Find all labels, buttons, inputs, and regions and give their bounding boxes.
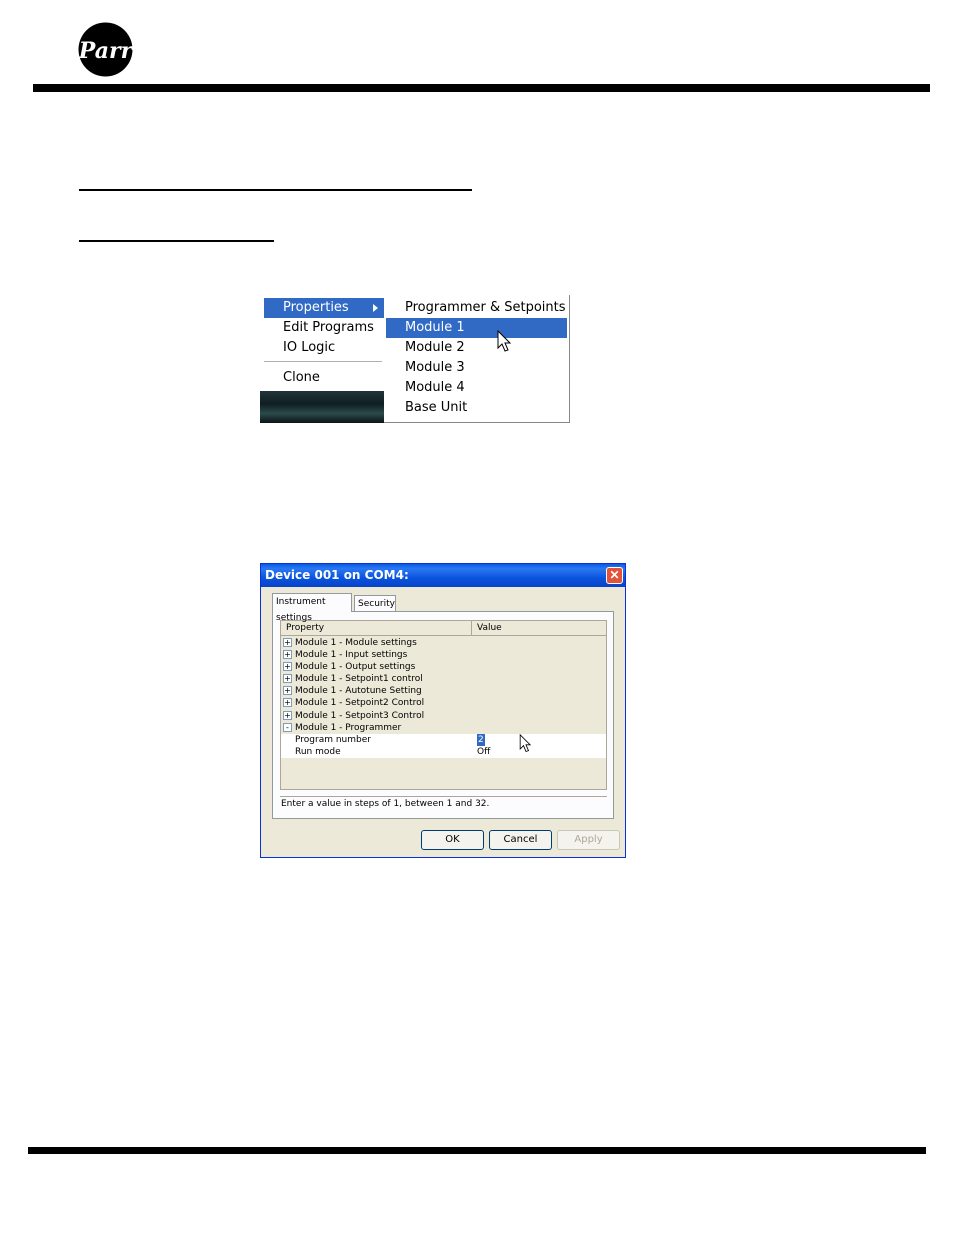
submenu-item-label: Base Unit: [405, 400, 468, 415]
grid-header: Property Value: [281, 621, 606, 636]
property-description: Enter a value in steps of 1, between 1 a…: [280, 796, 607, 810]
expand-icon[interactable]: +: [283, 711, 292, 720]
property-grid: Property Value + Module 1 - Module setti…: [280, 620, 607, 790]
menu-item-properties[interactable]: Properties: [264, 298, 384, 318]
expand-icon[interactable]: +: [283, 662, 292, 671]
expand-icon[interactable]: +: [283, 674, 292, 683]
group-row[interactable]: + Module 1 - Output settings: [281, 661, 606, 673]
expand-icon[interactable]: +: [283, 638, 292, 647]
menu-item-clone[interactable]: Clone: [264, 368, 384, 388]
desktop-background: [260, 391, 384, 423]
menu-separator: [264, 361, 382, 362]
submenu-item-module-4[interactable]: Module 4: [386, 378, 567, 398]
group-row[interactable]: + Module 1 - Module settings: [281, 637, 606, 649]
tab-security[interactable]: Security: [354, 595, 396, 612]
column-header-value[interactable]: Value: [477, 621, 502, 635]
property-row-run-mode[interactable]: Run mode Off: [281, 746, 606, 758]
property-label: Run mode: [295, 747, 341, 757]
tab-panel: Property Value + Module 1 - Module setti…: [272, 611, 614, 819]
group-label: Module 1 - Input settings: [295, 650, 408, 660]
close-button[interactable]: ✕: [606, 567, 623, 584]
collapse-icon[interactable]: -: [283, 723, 292, 732]
submenu-item-label: Module 4: [405, 380, 465, 395]
group-label: Module 1 - Programmer: [295, 723, 402, 733]
expand-icon[interactable]: +: [283, 650, 292, 659]
expand-icon[interactable]: +: [283, 686, 292, 695]
menu-item-label: Edit Programs: [283, 320, 374, 335]
group-row[interactable]: + Module 1 - Setpoint3 Control: [281, 710, 606, 722]
cancel-button[interactable]: Cancel: [489, 830, 552, 850]
menu-item-label: IO Logic: [283, 340, 336, 355]
context-menu: Properties Edit Programs IO Logic Clone: [260, 295, 385, 423]
group-label: Module 1 - Setpoint1 control: [295, 674, 423, 684]
ok-button[interactable]: OK: [421, 830, 484, 850]
submenu-item-label: Module 2: [405, 340, 465, 355]
close-icon: ✕: [609, 568, 620, 582]
submenu-arrow-icon: [373, 304, 378, 312]
mouse-pointer-icon: [497, 329, 513, 359]
logo-text: Parr: [78, 38, 134, 64]
group-label: Module 1 - Setpoint2 Control: [295, 698, 425, 708]
heading-underline: [79, 189, 472, 191]
expand-icon[interactable]: +: [283, 698, 292, 707]
program-number-input[interactable]: 2: [477, 734, 485, 746]
menu-item-edit-programs[interactable]: Edit Programs: [264, 318, 384, 338]
tab-instrument-settings[interactable]: Instrument settings: [272, 593, 352, 623]
mouse-pointer-icon: [519, 733, 533, 759]
submenu-item-base-unit[interactable]: Base Unit: [386, 398, 567, 418]
submenu: Programmer & Setpoints Module 1 Module 2…: [384, 295, 570, 423]
device-properties-dialog: Device 001 on COM4: ✕ Instrument setting…: [260, 563, 626, 858]
column-divider[interactable]: [471, 621, 472, 635]
group-row[interactable]: + Module 1 - Input settings: [281, 649, 606, 661]
property-row-program-number[interactable]: Program number 2: [281, 734, 606, 746]
submenu-item-programmer-setpoints[interactable]: Programmer & Setpoints: [386, 298, 567, 318]
group-label: Module 1 - Output settings: [295, 662, 416, 672]
property-label: Program number: [295, 735, 371, 745]
apply-button[interactable]: Apply: [557, 830, 620, 850]
submenu-item-module-3[interactable]: Module 3: [386, 358, 567, 378]
group-row[interactable]: - Module 1 - Programmer: [281, 722, 606, 734]
submenu-item-label: Programmer & Setpoints: [405, 300, 566, 315]
context-menu-screenshot: Properties Edit Programs IO Logic Clone …: [260, 295, 570, 423]
tab-label: Security: [358, 599, 395, 609]
group-label: Module 1 - Autotune Setting: [295, 686, 422, 696]
submenu-item-module-1[interactable]: Module 1: [386, 318, 567, 338]
submenu-item-label: Module 1: [405, 320, 465, 335]
submenu-item-module-2[interactable]: Module 2: [386, 338, 567, 358]
subheading-underline: [79, 240, 274, 242]
group-row[interactable]: + Module 1 - Autotune Setting: [281, 685, 606, 697]
dialog-title: Device 001 on COM4:: [265, 568, 409, 582]
menu-item-label: Clone: [283, 370, 320, 385]
dialog-titlebar[interactable]: Device 001 on COM4: ✕: [261, 564, 625, 587]
parr-logo: Parr: [77, 21, 134, 78]
group-row[interactable]: + Module 1 - Setpoint1 control: [281, 673, 606, 685]
group-label: Module 1 - Setpoint3 Control: [295, 711, 425, 721]
run-mode-value[interactable]: Off: [477, 746, 490, 758]
group-label: Module 1 - Module settings: [295, 638, 417, 648]
group-row[interactable]: + Module 1 - Setpoint2 Control: [281, 697, 606, 709]
submenu-item-label: Module 3: [405, 360, 465, 375]
header-rule: [33, 84, 930, 92]
footer-rule: [28, 1147, 926, 1154]
menu-item-io-logic[interactable]: IO Logic: [264, 338, 384, 358]
menu-item-label: Properties: [283, 300, 349, 315]
